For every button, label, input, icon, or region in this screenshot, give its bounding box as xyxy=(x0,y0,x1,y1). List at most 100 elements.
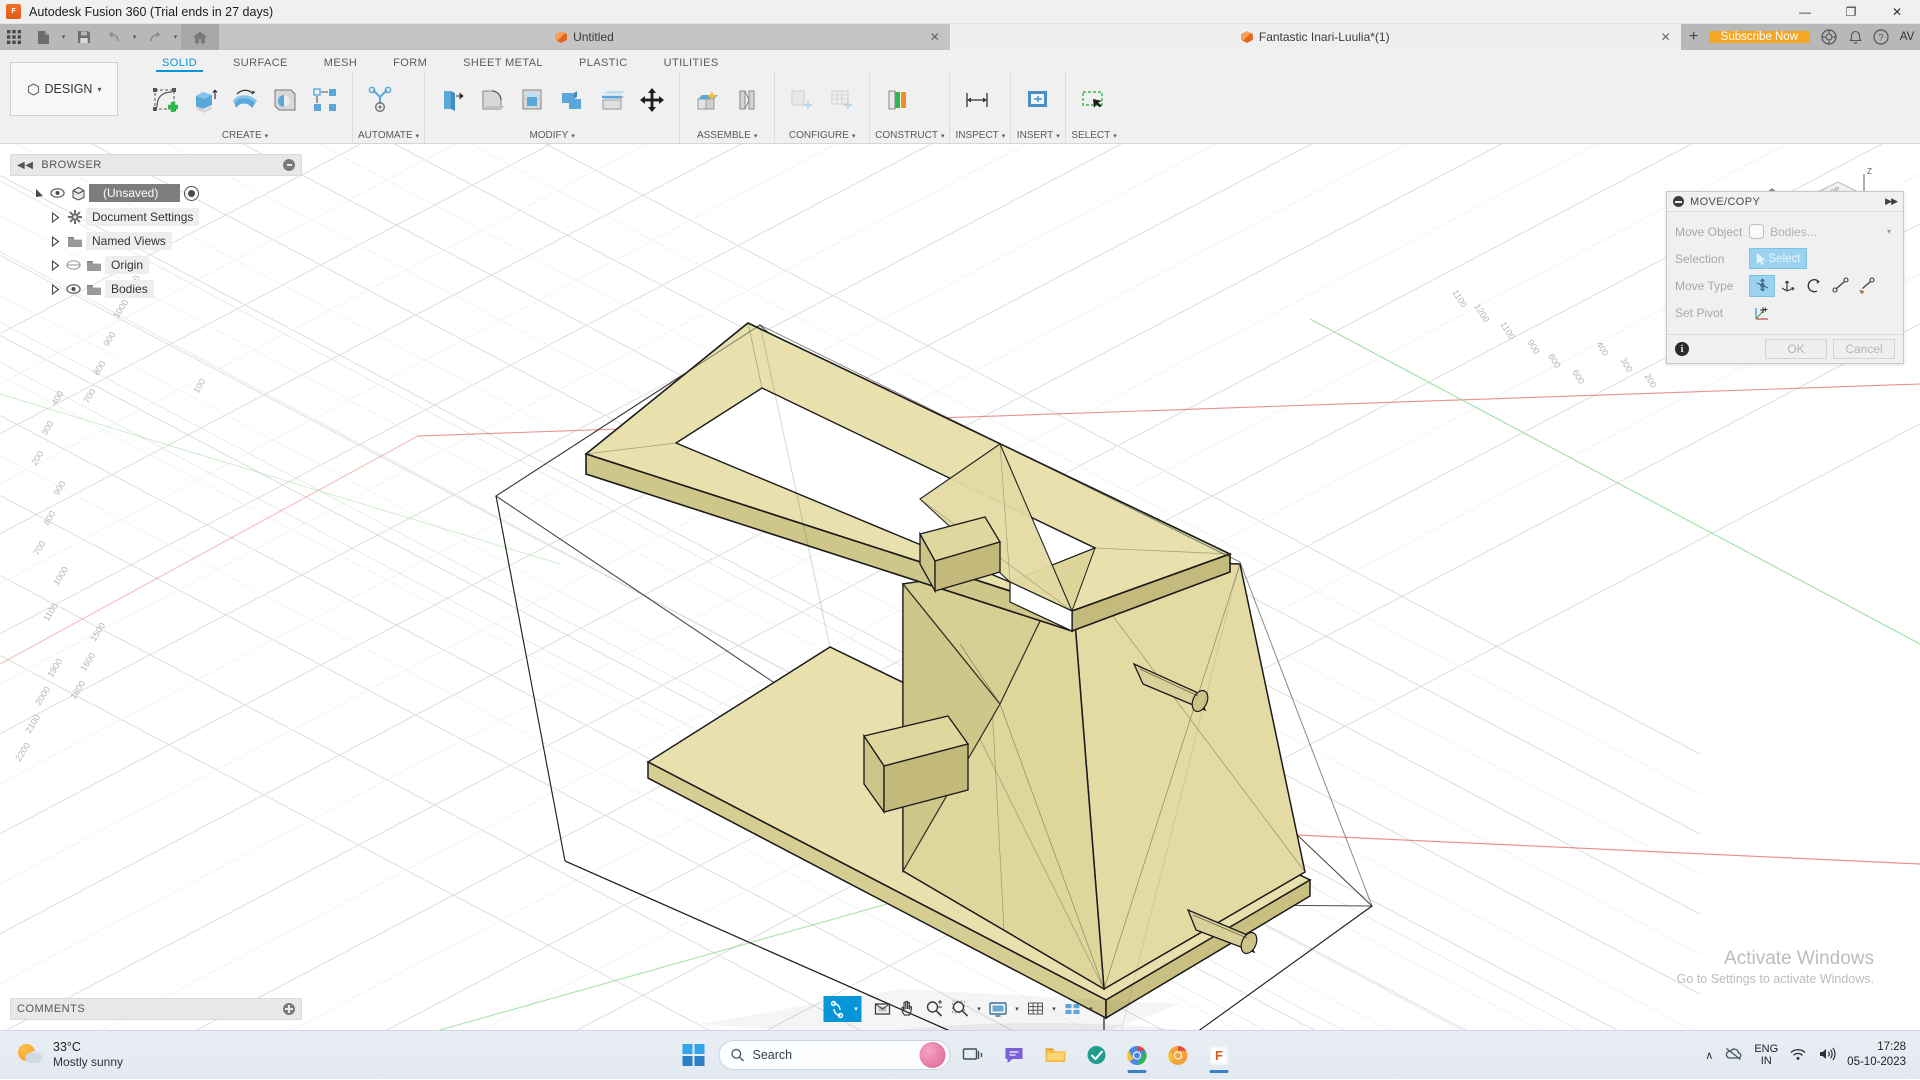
undo-icon[interactable] xyxy=(99,24,129,50)
sweep-icon[interactable] xyxy=(266,79,304,121)
tray-expand-chevron-icon[interactable]: ∧ xyxy=(1705,1049,1713,1062)
redo-dropdown-icon[interactable]: ▾ xyxy=(170,24,181,50)
measure-icon[interactable] xyxy=(958,79,996,121)
grid-snap-icon[interactable] xyxy=(1023,996,1049,1022)
expand-right-icon[interactable]: ▶▶ xyxy=(1885,196,1897,207)
copilot-blob-icon[interactable] xyxy=(920,1042,946,1068)
free-move-icon[interactable] xyxy=(1749,275,1775,297)
point-to-point-icon[interactable] xyxy=(1827,275,1853,297)
translate-icon[interactable] xyxy=(1775,275,1801,297)
close-icon[interactable]: ✕ xyxy=(930,30,940,44)
new-document-icon[interactable] xyxy=(28,24,58,50)
extrude-icon[interactable] xyxy=(186,79,224,121)
panel-select-label[interactable]: SELECT ▾ xyxy=(1071,128,1116,143)
automated-modeling-icon[interactable] xyxy=(361,79,399,121)
windows-start-icon[interactable] xyxy=(683,1044,705,1066)
tab-solid[interactable]: SOLID xyxy=(144,57,215,72)
panel-modify-label[interactable]: MODIFY ▾ xyxy=(430,128,674,143)
volume-icon[interactable] xyxy=(1818,1047,1836,1064)
comments-panel[interactable]: COMMENTS xyxy=(10,998,302,1020)
expand-triangle-icon[interactable] xyxy=(46,236,64,247)
look-at-icon[interactable] xyxy=(870,996,896,1022)
save-icon[interactable] xyxy=(69,24,99,50)
orbit-icon[interactable] xyxy=(824,996,851,1022)
document-tab-untitled[interactable]: Untitled ✕ xyxy=(219,24,950,50)
set-pivot-icon[interactable] xyxy=(1749,302,1775,324)
move-copy-icon[interactable] xyxy=(633,79,671,121)
display-settings-icon[interactable] xyxy=(985,996,1012,1022)
panel-create-label[interactable]: CREATE ▾ xyxy=(143,128,347,143)
tab-surface[interactable]: SURFACE xyxy=(215,57,306,72)
language-indicator[interactable]: ENG IN xyxy=(1754,1043,1778,1068)
eye-icon[interactable] xyxy=(64,260,83,270)
subscribe-button[interactable]: Subscribe Now xyxy=(1709,31,1810,43)
joint-icon[interactable] xyxy=(728,79,766,121)
minus-circle-icon[interactable] xyxy=(1673,196,1684,207)
split-face-icon[interactable] xyxy=(593,79,631,121)
revolve-icon[interactable] xyxy=(226,79,264,121)
weather-widget[interactable]: 33°C Mostly sunny xyxy=(18,1040,123,1070)
panel-inspect-label[interactable]: INSPECT ▾ xyxy=(955,128,1005,143)
display-settings-dropdown-icon[interactable]: ▾ xyxy=(1012,996,1023,1022)
eye-icon[interactable] xyxy=(64,284,83,294)
maximize-button[interactable]: ❐ xyxy=(1828,0,1874,24)
activate-component-radio[interactable] xyxy=(184,186,199,201)
redo-icon[interactable] xyxy=(140,24,170,50)
insert-derive-icon[interactable] xyxy=(1019,79,1057,121)
browser-item-named-views[interactable]: Named Views xyxy=(46,229,302,253)
close-icon[interactable]: ✕ xyxy=(1661,30,1671,44)
search-input[interactable]: Search xyxy=(719,1040,951,1070)
chrome-icon[interactable] xyxy=(1119,1037,1156,1074)
document-tab-active[interactable]: Fantastic Inari-Luulia*(1) ✕ xyxy=(950,24,1681,50)
clock[interactable]: 17:28 05-10-2023 xyxy=(1847,1040,1906,1070)
press-pull-icon[interactable] xyxy=(433,79,471,121)
tab-sheet-metal[interactable]: SHEET METAL xyxy=(445,57,561,72)
chrome-canary-icon[interactable] xyxy=(1160,1037,1197,1074)
eye-icon[interactable] xyxy=(48,188,67,198)
shell-icon[interactable] xyxy=(513,79,551,121)
panel-automate-label[interactable]: AUTOMATE ▾ xyxy=(358,128,419,143)
zoom-icon[interactable] xyxy=(922,996,948,1022)
combine-icon[interactable] xyxy=(553,79,591,121)
panel-construct-label[interactable]: CONSTRUCT ▾ xyxy=(875,128,944,143)
browser-item-origin[interactable]: Origin xyxy=(46,253,302,277)
ok-button[interactable]: OK xyxy=(1765,339,1827,359)
tab-form[interactable]: FORM xyxy=(375,57,445,72)
panel-insert-label[interactable]: INSERT ▾ xyxy=(1016,128,1060,143)
viewports-icon[interactable] xyxy=(1060,996,1086,1022)
extensions-icon[interactable] xyxy=(1816,24,1842,50)
viewports-dropdown-icon[interactable]: ▾ xyxy=(1086,996,1097,1022)
task-view-icon[interactable] xyxy=(955,1037,992,1074)
pattern-icon[interactable] xyxy=(306,79,344,121)
undo-dropdown-icon[interactable]: ▾ xyxy=(129,24,140,50)
browser-item-unsaved[interactable]: (Unsaved) xyxy=(30,181,302,205)
browser-item-bodies[interactable]: Bodies xyxy=(46,277,302,301)
new-tab-button[interactable]: + xyxy=(1681,24,1707,50)
panel-assemble-label[interactable]: ASSEMBLE ▾ xyxy=(685,128,769,143)
wifi-icon[interactable] xyxy=(1789,1047,1807,1064)
minimize-button[interactable]: — xyxy=(1782,0,1828,24)
grid-snap-dropdown-icon[interactable]: ▾ xyxy=(1049,996,1060,1022)
app-grid-icon[interactable] xyxy=(0,24,28,50)
cancel-button[interactable]: Cancel xyxy=(1833,339,1895,359)
tab-mesh[interactable]: MESH xyxy=(306,57,375,72)
orbit-dropdown-icon[interactable]: ▾ xyxy=(851,996,862,1022)
vscode-icon[interactable] xyxy=(1078,1037,1115,1074)
browser-item-document-settings[interactable]: Document Settings xyxy=(46,205,302,229)
bell-icon[interactable] xyxy=(1842,24,1868,50)
expand-triangle-icon[interactable] xyxy=(46,212,64,223)
collapse-left-icon[interactable]: ◀◀ xyxy=(17,160,33,171)
expand-triangle-icon[interactable] xyxy=(30,188,48,198)
select-window-icon[interactable] xyxy=(1074,79,1112,121)
create-sketch-icon[interactable] xyxy=(146,79,184,121)
offset-plane-icon[interactable] xyxy=(878,79,916,121)
panel-options-icon[interactable] xyxy=(283,159,295,171)
add-comment-icon[interactable] xyxy=(283,1003,295,1015)
close-button[interactable]: ✕ xyxy=(1874,0,1920,24)
tab-utilities[interactable]: UTILITIES xyxy=(646,57,737,72)
pan-icon[interactable] xyxy=(896,996,922,1022)
move-copy-dialog-header[interactable]: MOVE/COPY ▶▶ xyxy=(1667,192,1903,212)
onedrive-offline-icon[interactable] xyxy=(1724,1047,1743,1064)
fit-icon[interactable] xyxy=(948,996,974,1022)
configure-table-icon[interactable] xyxy=(823,79,861,121)
